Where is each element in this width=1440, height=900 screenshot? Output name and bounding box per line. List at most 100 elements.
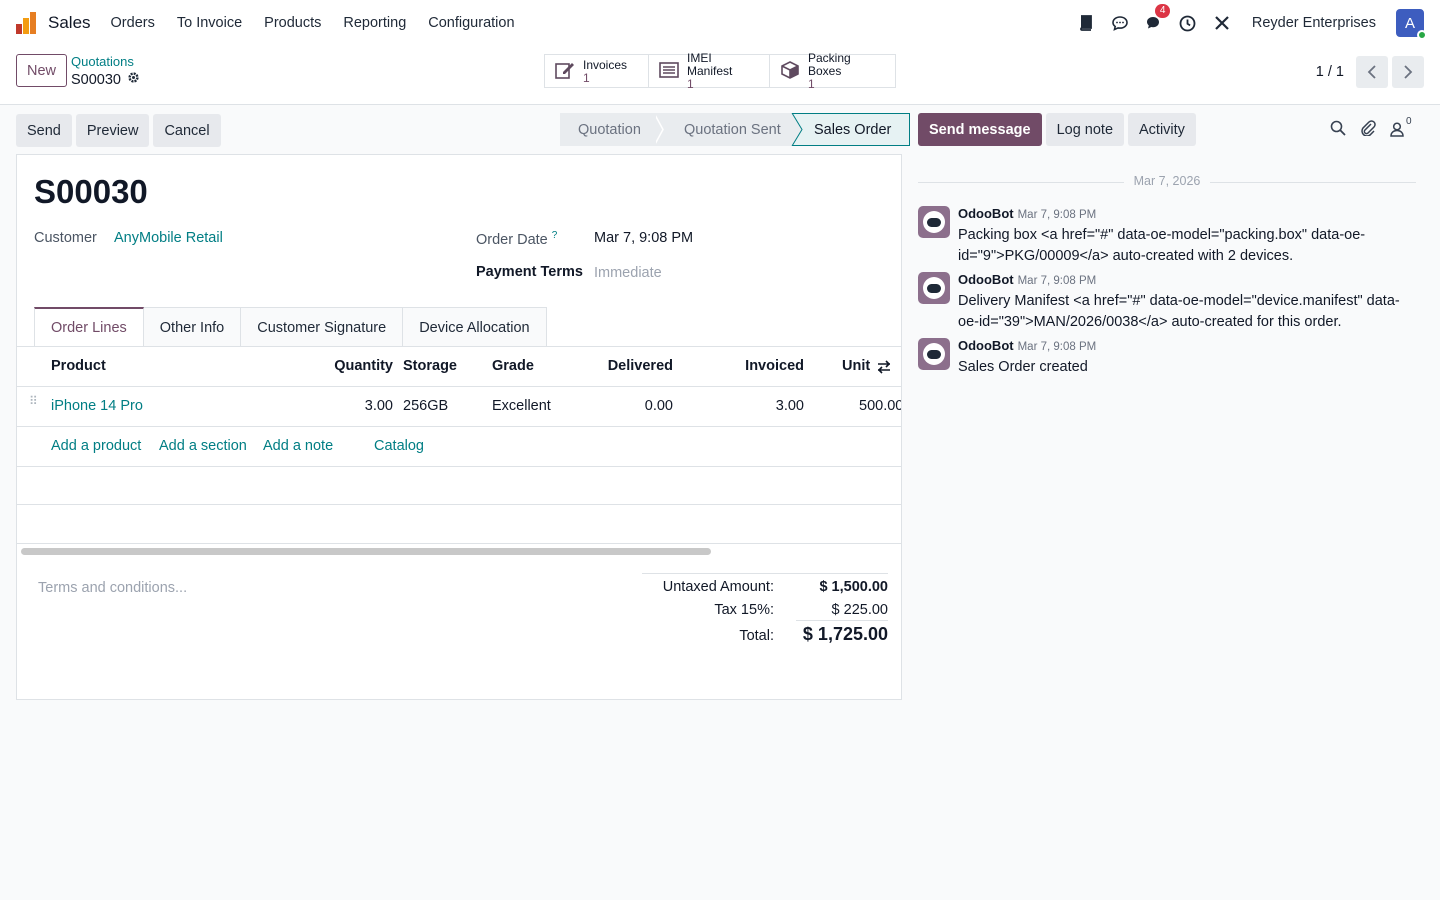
imei-manifest-smart-button[interactable]: IMEI Manifest 1: [649, 52, 770, 90]
total-row: Total: $ 1,725.00: [642, 620, 888, 648]
company-switcher[interactable]: Reyder Enterprises: [1252, 15, 1376, 31]
total-value: $ 1,725.00: [802, 624, 888, 644]
order-date-help[interactable]: ?: [552, 230, 558, 241]
breadcrumb-quotations[interactable]: Quotations: [71, 54, 134, 69]
col-grade[interactable]: Grade: [492, 358, 534, 374]
cancel-button[interactable]: Cancel: [153, 114, 221, 147]
author-name: OdooBot: [958, 338, 1014, 353]
pager-value[interactable]: 1 / 1: [1316, 64, 1344, 80]
col-product[interactable]: Product: [51, 358, 106, 374]
message-body: Packing box <a href="#" data-oe-model="p…: [958, 227, 1366, 264]
paperclip-icon[interactable]: [1360, 120, 1376, 139]
total-label: Total:: [739, 628, 774, 644]
menu-products[interactable]: Products: [264, 15, 321, 31]
drag-handle-icon[interactable]: ⠿: [29, 395, 38, 413]
add-section-link[interactable]: Add a section: [159, 438, 247, 454]
avatar-letter: A: [1404, 14, 1415, 32]
tab-device-allocation[interactable]: Device Allocation: [403, 307, 547, 347]
line-unit-price[interactable]: 500.00: [859, 398, 901, 414]
messages-icon[interactable]: 4: [1144, 4, 1171, 33]
send-message-button[interactable]: Send message: [918, 113, 1042, 146]
message-author[interactable]: OdooBot Mar 7, 9:08 PM: [958, 272, 1096, 287]
send-button[interactable]: Send: [16, 114, 72, 147]
col-unit[interactable]: Unit: [842, 358, 870, 374]
box-icon: [780, 60, 800, 83]
line-storage[interactable]: 256GB: [403, 398, 448, 414]
add-line-row: Add a product Add a section Add a note C…: [17, 426, 901, 466]
line-product[interactable]: iPhone 14 Pro: [51, 398, 143, 414]
odoobot-avatar[interactable]: [918, 206, 950, 238]
gear-icon[interactable]: [127, 71, 140, 88]
pager-next-button[interactable]: [1392, 56, 1424, 88]
stage-sales-order-label: Sales Order: [814, 121, 892, 138]
packing-boxes-count: 1: [808, 77, 815, 91]
customer-field[interactable]: AnyMobile Retail: [114, 230, 223, 246]
add-note-link[interactable]: Add a note: [263, 438, 333, 454]
order-date-field[interactable]: Mar 7, 9:08 PM: [594, 230, 693, 246]
preview-button[interactable]: Preview: [75, 114, 150, 147]
add-product-link[interactable]: Add a product: [51, 438, 141, 454]
column-settings-icon[interactable]: [877, 360, 891, 377]
user-avatar[interactable]: A: [1396, 9, 1427, 40]
activity-button[interactable]: Activity: [1128, 113, 1196, 146]
messages-badge: 4: [1154, 4, 1171, 18]
followers-button[interactable]: 0: [1390, 116, 1412, 137]
tab-other-info[interactable]: Other Info: [143, 307, 242, 347]
catalog-link[interactable]: Catalog: [374, 438, 424, 454]
status-stages: Quotation Quotation Sent Sales Order: [560, 113, 910, 146]
pager: 1 / 1: [1316, 56, 1424, 88]
packing-boxes-label: Packing Boxes: [808, 51, 851, 78]
line-grade[interactable]: Excellent: [492, 398, 551, 414]
tab-order-lines[interactable]: Order Lines: [34, 307, 144, 347]
order-title: S00030: [34, 173, 148, 210]
odoobot-avatar[interactable]: [918, 272, 950, 304]
table-row[interactable]: ⠿ iPhone 14 Pro 3.00 256GB Excellent 0.0…: [17, 386, 901, 426]
chevron-right-icon: [1404, 65, 1413, 79]
menu-to-invoice[interactable]: To Invoice: [177, 15, 242, 31]
horizontal-scrollbar[interactable]: [21, 548, 711, 555]
terms-and-conditions-field[interactable]: Terms and conditions...: [38, 580, 187, 596]
message-author[interactable]: OdooBot Mar 7, 9:08 PM: [958, 206, 1096, 221]
tools-icon[interactable]: [1212, 13, 1232, 33]
date-separator: Mar 7, 2026: [918, 174, 1416, 190]
menu-reporting[interactable]: Reporting: [343, 15, 406, 31]
stage-quotation-label: Quotation: [578, 121, 641, 138]
invoices-label: Invoices: [583, 57, 628, 72]
totals-summary: Untaxed Amount: $ 1,500.00 Tax 15%: $ 22…: [642, 573, 888, 648]
book-icon[interactable]: [1076, 13, 1096, 33]
line-quantity[interactable]: 3.00: [317, 398, 393, 414]
col-storage[interactable]: Storage: [403, 358, 457, 374]
author-name: OdooBot: [958, 206, 1014, 221]
chatter-message: OdooBot Mar 7, 9:08 PM Delivery Manifest …: [918, 272, 1418, 332]
col-delivered[interactable]: Delivered: [577, 358, 673, 374]
line-delivered[interactable]: 0.00: [577, 398, 673, 414]
menu-configuration[interactable]: Configuration: [428, 15, 514, 31]
author-name: OdooBot: [958, 272, 1014, 287]
col-invoiced[interactable]: Invoiced: [707, 358, 804, 374]
log-note-button[interactable]: Log note: [1045, 113, 1125, 146]
stage-sales-order[interactable]: Sales Order: [791, 113, 910, 146]
col-quantity[interactable]: Quantity: [317, 358, 393, 374]
clock-icon[interactable]: [1178, 13, 1198, 33]
message-time: Mar 7, 9:08 PM: [1017, 275, 1097, 287]
odoobot-avatar[interactable]: [918, 338, 950, 370]
chatter-message: OdooBot Mar 7, 9:08 PM Sales Order create…: [918, 338, 1418, 378]
stage-quotation-sent[interactable]: Quotation Sent: [664, 113, 792, 146]
stage-quotation[interactable]: Quotation: [560, 113, 656, 146]
invoices-smart-button[interactable]: Invoices 1: [545, 55, 649, 87]
edit-icon: [555, 61, 575, 82]
app-name[interactable]: Sales: [48, 13, 91, 33]
sales-app-icon[interactable]: [16, 12, 38, 34]
search-icon[interactable]: [1330, 120, 1346, 139]
new-button[interactable]: New: [16, 54, 67, 87]
invoices-count: 1: [583, 70, 590, 85]
menu-orders[interactable]: Orders: [111, 15, 155, 31]
tab-customer-signature[interactable]: Customer Signature: [241, 307, 404, 347]
message-author[interactable]: OdooBot Mar 7, 9:08 PM: [958, 338, 1096, 353]
payment-terms-field[interactable]: Immediate: [594, 265, 662, 281]
chat-bubble-icon[interactable]: [1110, 13, 1130, 33]
pager-previous-button[interactable]: [1356, 56, 1388, 88]
followers-count: 0: [1406, 116, 1412, 127]
line-invoiced[interactable]: 3.00: [707, 398, 804, 414]
packing-boxes-smart-button[interactable]: Packing Boxes 1: [770, 51, 895, 91]
